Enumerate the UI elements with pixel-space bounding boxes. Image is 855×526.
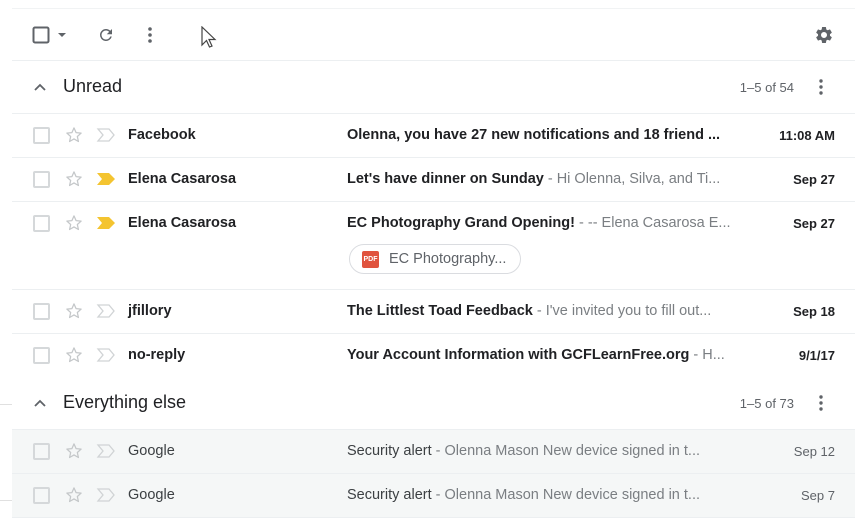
- email-row[interactable]: jfillory The Littlest Toad Feedback - I'v…: [12, 290, 855, 334]
- email-date: 9/1/17: [798, 348, 835, 363]
- email-date: Sep 27: [793, 216, 835, 231]
- star-icon[interactable]: [64, 125, 84, 145]
- row-checkbox[interactable]: [33, 215, 50, 232]
- email-subject-line: Let's have dinner on Sunday - Hi Olenna,…: [347, 171, 737, 187]
- row-checkbox[interactable]: [33, 303, 50, 320]
- email-subject: Let's have dinner on Sunday: [347, 171, 544, 187]
- chevron-up-icon[interactable]: [32, 79, 48, 95]
- email-subject: EC Photography Grand Opening!: [347, 215, 575, 231]
- settings-button[interactable]: [813, 24, 835, 46]
- checkbox-icon: [32, 26, 50, 44]
- email-subject-line: Olenna, you have 27 new notifications an…: [347, 127, 737, 143]
- section-title: Unread: [63, 76, 123, 96]
- email-date: Sep 27: [793, 172, 835, 187]
- email-subject-line: EC Photography Grand Opening! - -- Elena…: [347, 215, 737, 231]
- top-divider: [12, 8, 855, 9]
- page-count: 1–5 of 73: [739, 396, 794, 411]
- page-count: 1–5 of 54: [739, 80, 794, 95]
- more-options-button[interactable]: [140, 25, 160, 45]
- row-checkbox[interactable]: [33, 443, 50, 460]
- email-snippet: - H...: [689, 347, 725, 363]
- select-all-checkbox[interactable]: [31, 25, 51, 45]
- email-subject-line: Your Account Information with GCFLearnFr…: [347, 347, 737, 363]
- section-header-everything-else: Everything else 1–5 of 73: [12, 377, 855, 430]
- email-row[interactable]: Google Security alert - Olenna Mason New …: [12, 430, 855, 474]
- email-subject: The Littlest Toad Feedback: [347, 303, 533, 319]
- star-icon[interactable]: [64, 345, 84, 365]
- row-checkbox[interactable]: [33, 347, 50, 364]
- email-sender: no-reply: [128, 347, 186, 363]
- email-subject-line: Security alert - Olenna Mason New device…: [347, 443, 737, 459]
- email-row[interactable]: Facebook Olenna, you have 27 new notifica…: [12, 114, 855, 158]
- important-marker-outline-icon[interactable]: [96, 488, 116, 502]
- refresh-icon: [99, 28, 112, 41]
- section-title: Everything else: [63, 392, 187, 412]
- row-checkbox[interactable]: [33, 127, 50, 144]
- more-vert-icon: [148, 27, 152, 43]
- email-subject: Olenna, you have 27 new notifications an…: [347, 127, 721, 143]
- mouse-cursor-icon: [201, 26, 217, 48]
- side-divider: [0, 500, 12, 501]
- important-marker-outline-icon[interactable]: [96, 348, 116, 362]
- email-row[interactable]: Elena Casarosa EC Photography Grand Openi…: [12, 202, 855, 290]
- email-subject: Your Account Information with GCFLearnFr…: [347, 347, 690, 363]
- email-subject: Security alert: [347, 487, 432, 503]
- more-vert-icon[interactable]: [811, 393, 831, 413]
- email-sender: jfillory: [128, 303, 172, 319]
- gear-icon: [816, 26, 832, 43]
- star-icon[interactable]: [64, 213, 84, 233]
- email-date: 11:08 AM: [779, 128, 835, 143]
- caret-down-icon: [58, 33, 66, 37]
- email-sender: Elena Casarosa: [128, 171, 237, 187]
- important-marker-outline-icon[interactable]: [96, 128, 116, 142]
- email-row[interactable]: no-reply Your Account Information with GC…: [12, 334, 855, 378]
- refresh-button[interactable]: [96, 25, 116, 45]
- email-sender: Facebook: [128, 127, 196, 143]
- email-snippet: - I've invited you to fill out...: [532, 303, 712, 319]
- star-icon[interactable]: [64, 169, 84, 189]
- attachment-chip[interactable]: PDF EC Photography...: [349, 244, 521, 274]
- email-snippet: - Hi Olenna, Silva, and Ti...: [543, 171, 721, 187]
- pdf-icon: PDF: [362, 250, 379, 268]
- important-marker-outline-icon[interactable]: [96, 444, 116, 458]
- important-marker-icon[interactable]: [96, 172, 116, 186]
- toolbar: [12, 10, 855, 61]
- star-icon[interactable]: [64, 441, 84, 461]
- email-date: Sep 18: [793, 304, 835, 319]
- email-subject-line: Security alert - Olenna Mason New device…: [347, 487, 737, 503]
- chevron-up-icon[interactable]: [32, 395, 48, 411]
- email-subject: Security alert: [347, 443, 432, 459]
- email-sender: Elena Casarosa: [128, 215, 237, 231]
- email-row[interactable]: Elena Casarosa Let's have dinner on Sunda…: [12, 158, 855, 202]
- email-sender: Google: [128, 487, 175, 503]
- email-snippet: - Olenna Mason New device signed in t...: [431, 443, 701, 459]
- select-dropdown[interactable]: [56, 29, 68, 41]
- section-header-unread: Unread 1–5 of 54: [12, 61, 855, 114]
- email-date: Sep 12: [793, 444, 835, 459]
- email-sender: Google: [128, 443, 175, 459]
- email-row[interactable]: Google Security alert - Olenna Mason New …: [12, 474, 855, 518]
- star-icon[interactable]: [64, 301, 84, 321]
- attachment-name: EC Photography...: [389, 251, 507, 267]
- email-subject-line: The Littlest Toad Feedback - I've invite…: [347, 303, 737, 319]
- row-checkbox[interactable]: [33, 171, 50, 188]
- email-date: Sep 7: [801, 488, 835, 503]
- side-divider: [0, 404, 12, 405]
- more-vert-icon[interactable]: [811, 77, 831, 97]
- important-marker-outline-icon[interactable]: [96, 304, 116, 318]
- row-checkbox[interactable]: [33, 487, 50, 504]
- email-snippet: - Olenna Mason New device signed in t...: [431, 487, 701, 503]
- email-snippet: - -- Elena Casarosa E...: [574, 215, 731, 231]
- important-marker-icon[interactable]: [96, 216, 116, 230]
- star-icon[interactable]: [64, 485, 84, 505]
